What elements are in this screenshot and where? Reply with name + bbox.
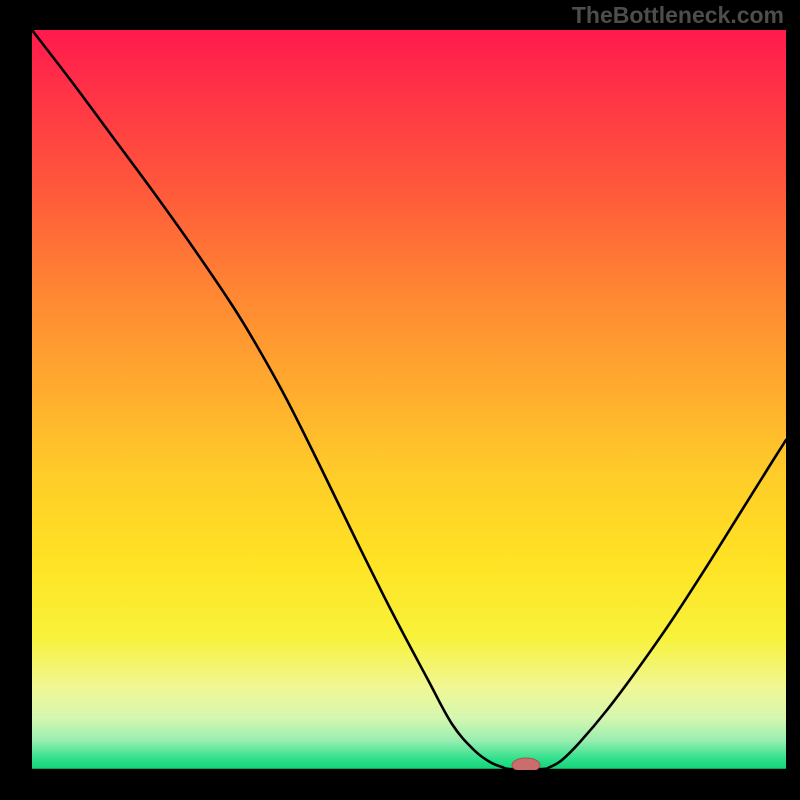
plot-area <box>32 30 786 770</box>
plot-svg <box>32 30 786 770</box>
optimal-point-marker <box>512 758 540 770</box>
watermark-text: TheBottleneck.com <box>572 2 784 29</box>
chart-container: TheBottleneck.com <box>0 0 800 800</box>
gradient-background <box>32 30 786 770</box>
